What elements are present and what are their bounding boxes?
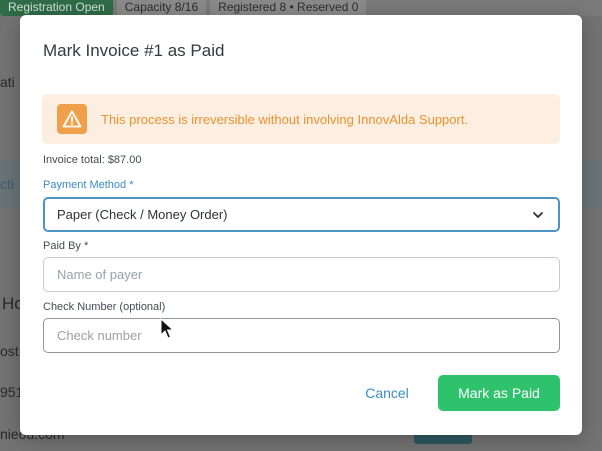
warning-triangle-icon bbox=[57, 104, 87, 134]
warning-banner: This process is irreversible without inv… bbox=[42, 94, 560, 144]
capacity-tag: Capacity 8/16 bbox=[116, 0, 207, 16]
dialog-title: Mark Invoice #1 as Paid bbox=[43, 41, 225, 60]
background-text: cti bbox=[0, 176, 14, 192]
invoice-total: Invoice total: $87.00 bbox=[43, 154, 142, 166]
background-tag-bar: Registration Open Capacity 8/16 Register… bbox=[0, 0, 602, 16]
registered-tag: Registered 8 • Reserved 0 bbox=[210, 0, 367, 16]
warning-text: This process is irreversible without inv… bbox=[101, 111, 469, 127]
mouse-cursor-icon bbox=[160, 318, 174, 339]
check-number-input[interactable] bbox=[43, 318, 560, 353]
mark-as-paid-button[interactable]: Mark as Paid bbox=[438, 375, 560, 411]
check-number-label: Check Number (optional) bbox=[43, 301, 166, 313]
payment-method-select[interactable]: Paper (Check / Money Order) bbox=[43, 197, 560, 232]
registration-status-tag: Registration Open bbox=[0, 0, 113, 16]
background-text: ost bbox=[0, 343, 19, 359]
cancel-button[interactable]: Cancel bbox=[354, 375, 420, 411]
paid-by-label: Paid By * bbox=[43, 240, 89, 252]
payment-method-label: Payment Method * bbox=[43, 179, 134, 191]
paid-by-input[interactable] bbox=[43, 257, 560, 292]
mark-paid-dialog: Mark Invoice #1 as Paid This process is … bbox=[20, 15, 582, 435]
payment-method-value: Paper (Check / Money Order) bbox=[57, 207, 228, 222]
chevron-down-icon bbox=[533, 212, 543, 218]
background-text: ati bbox=[0, 74, 15, 90]
